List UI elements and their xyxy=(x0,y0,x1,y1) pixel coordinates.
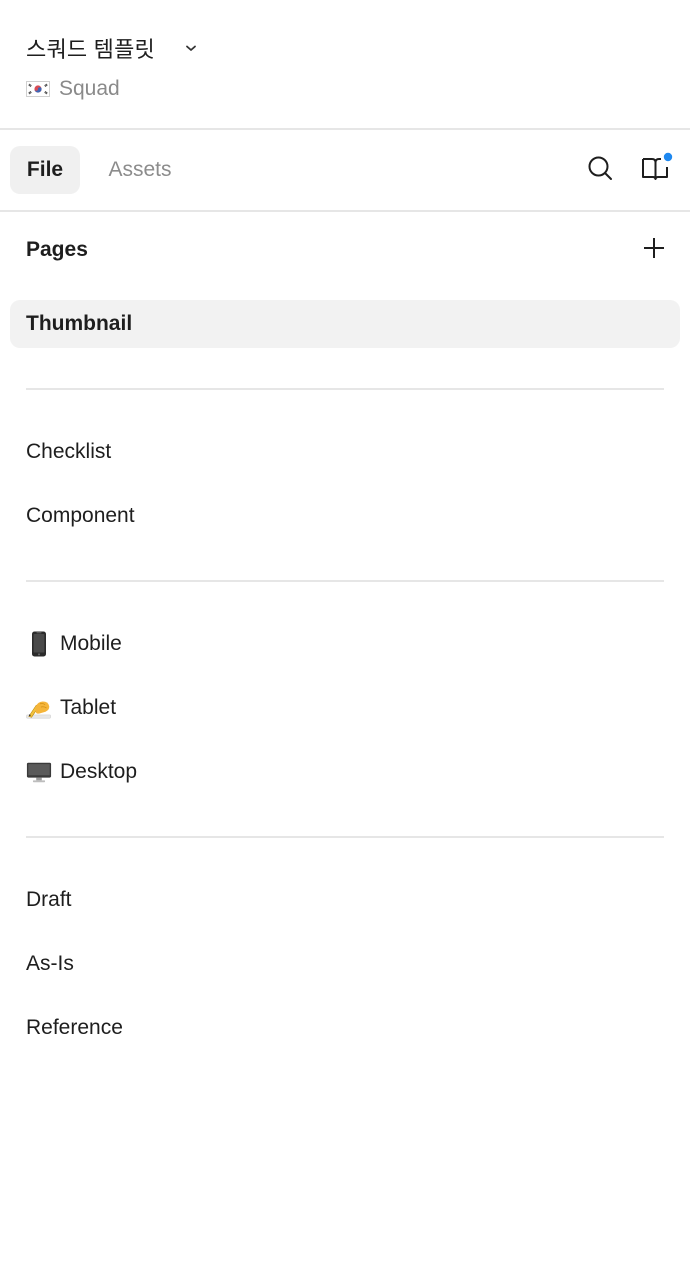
panel-tabbar: File Assets xyxy=(0,130,690,212)
tab-assets[interactable]: Assets xyxy=(94,146,186,194)
page-divider xyxy=(26,580,664,582)
tab-file[interactable]: File xyxy=(10,146,80,194)
page-item-thumbnail[interactable]: Thumbnail xyxy=(10,300,680,348)
page-item-draft[interactable]: Draft xyxy=(10,876,680,924)
pages-title: Pages xyxy=(26,238,88,261)
page-item-as-is[interactable]: As-Is xyxy=(10,940,680,988)
page-label: Reference xyxy=(26,1016,123,1039)
page-label: As-Is xyxy=(26,952,74,975)
page-label: Desktop xyxy=(60,760,138,783)
file-header: 스쿼드 템플릿 Squad xyxy=(0,0,690,130)
plus-icon xyxy=(642,236,666,265)
search-button[interactable] xyxy=(580,150,620,190)
page-label: Tablet xyxy=(60,696,117,719)
korea-flag-icon xyxy=(26,81,50,97)
library-book-icon xyxy=(639,152,673,189)
writing-hand-emoji-icon xyxy=(26,695,52,721)
page-divider xyxy=(26,388,664,390)
project-name: Squad xyxy=(59,77,120,100)
mobile-phone-emoji-icon xyxy=(26,631,52,657)
chevron-down-icon xyxy=(183,40,199,56)
project-link[interactable]: Squad xyxy=(26,74,120,104)
page-label: Component xyxy=(26,504,135,527)
page-item-reference[interactable]: Reference xyxy=(10,1004,680,1052)
page-label: Draft xyxy=(26,888,72,911)
page-label: Mobile xyxy=(60,632,122,655)
page-divider xyxy=(26,836,664,838)
search-icon xyxy=(586,154,614,187)
page-item-checklist[interactable]: Checklist xyxy=(10,428,680,476)
file-title: 스쿼드 템플릿 xyxy=(26,37,155,62)
desktop-computer-emoji-icon xyxy=(26,759,52,785)
page-item-component[interactable]: Component xyxy=(10,492,680,540)
page-item-tablet[interactable]: Tablet xyxy=(10,684,680,732)
add-page-button[interactable] xyxy=(638,234,670,266)
page-label: Checklist xyxy=(26,440,112,463)
pages-section-header: Pages xyxy=(0,212,690,292)
notification-dot xyxy=(663,152,673,161)
file-title-dropdown[interactable]: 스쿼드 템플릿 xyxy=(26,30,199,66)
library-button[interactable] xyxy=(636,150,676,190)
page-label: Thumbnail xyxy=(26,312,133,335)
page-item-mobile[interactable]: Mobile xyxy=(10,620,680,668)
page-item-desktop[interactable]: Desktop xyxy=(10,748,680,796)
